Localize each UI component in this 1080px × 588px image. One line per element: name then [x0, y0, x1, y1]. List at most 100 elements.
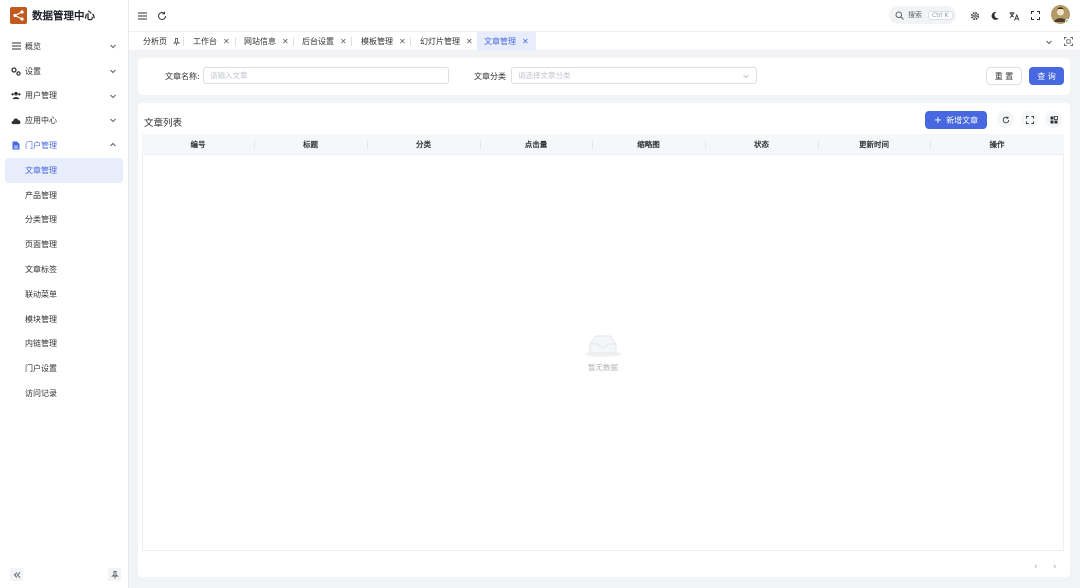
- category-filter-select[interactable]: 请选择文章分类: [511, 67, 757, 84]
- table-refresh-button[interactable]: [997, 111, 1014, 128]
- tabs-more-button[interactable]: [1043, 36, 1054, 47]
- table-header: 编号 标题 分类 点击量 缩略图 状态 更新时间 操作: [142, 134, 1064, 155]
- close-icon[interactable]: ✕: [466, 37, 473, 46]
- sidebar-subitem-article-tags[interactable]: 文章标签: [5, 257, 123, 282]
- pin-icon[interactable]: [173, 37, 180, 46]
- scan-icon: [1064, 37, 1073, 46]
- tab-label: 分析页: [143, 37, 167, 46]
- column-header-clicks[interactable]: 点击量: [480, 134, 592, 155]
- close-icon[interactable]: ✕: [522, 37, 529, 46]
- table-fullscreen-button[interactable]: [1021, 111, 1038, 128]
- column-header-id[interactable]: 编号: [142, 134, 254, 155]
- online-status-dot: [1065, 19, 1070, 24]
- sidebar-item-users[interactable]: 用户管理: [0, 84, 128, 109]
- close-icon[interactable]: ✕: [282, 37, 289, 46]
- language-button[interactable]: [1009, 10, 1020, 21]
- preferences-button[interactable]: [969, 10, 980, 21]
- grid-icon: [1050, 115, 1058, 123]
- close-icon[interactable]: ✕: [399, 37, 406, 46]
- refresh-page-button[interactable]: [156, 10, 167, 21]
- reset-button[interactable]: 重 置: [986, 67, 1022, 85]
- tab-separator: [235, 37, 236, 46]
- title-filter-label: 文章名称:: [165, 72, 200, 81]
- tab-label: 文章管理: [484, 37, 516, 46]
- search-shortcut: Ctrl K: [928, 10, 953, 20]
- sidebar-item-settings[interactable]: 设置: [0, 59, 128, 84]
- tab-articles[interactable]: 文章管理 ✕: [477, 32, 536, 51]
- plus-icon: +: [933, 114, 943, 126]
- document-icon: [11, 141, 21, 151]
- sidebar-subitem-categories[interactable]: 分类管理: [5, 208, 123, 233]
- empty-state: 暂无数据: [582, 332, 624, 373]
- chevron-down-icon: [110, 94, 116, 98]
- table-title: 文章列表: [144, 118, 183, 129]
- sidebar-subitem-products[interactable]: 产品管理: [5, 183, 123, 208]
- search-button[interactable]: 查 询: [1029, 67, 1064, 85]
- sidebar-item-label: 概览: [25, 41, 41, 51]
- add-article-button[interactable]: + 新增文章: [925, 111, 987, 129]
- column-header-thumbnail[interactable]: 缩略图: [592, 134, 705, 155]
- app-logo[interactable]: 数据管理中心: [0, 0, 128, 31]
- column-header-title[interactable]: 标题: [254, 134, 367, 155]
- chevron-up-icon: [110, 142, 116, 147]
- tabs-bar: 分析页 工作台 ✕ 网站信息 ✕ 后台设置 ✕ 模板管理 ✕ 幻灯片管理 ✕ 文…: [129, 31, 1080, 51]
- sidebar-item-overview[interactable]: 概览: [0, 34, 128, 59]
- sidebar-item-label: 应用中心: [25, 116, 57, 126]
- tab-backend-settings[interactable]: 后台设置 ✕: [295, 32, 354, 51]
- title-filter-placeholder: 请输入文章: [210, 71, 248, 80]
- chevron-down-icon: [110, 69, 116, 74]
- column-header-updated-at[interactable]: 更新时间: [818, 134, 930, 155]
- fullscreen-button[interactable]: [1030, 10, 1041, 21]
- collapse-sidebar-button[interactable]: [10, 568, 23, 581]
- sidebar-subitem-linked-menu[interactable]: 联动菜单: [5, 282, 123, 307]
- tab-label: 幻灯片管理: [420, 37, 460, 46]
- close-icon[interactable]: ✕: [223, 37, 230, 46]
- global-search[interactable]: 搜索 Ctrl K: [889, 6, 956, 24]
- sidebar: 数据管理中心 概览 设置 用户管理 应用中心 门户管理 文章管理 产品管理 分类…: [0, 0, 129, 588]
- tab-slides[interactable]: 幻灯片管理 ✕: [413, 32, 480, 51]
- sidebar-item-app-center[interactable]: 应用中心: [0, 108, 128, 133]
- pin-sidebar-button[interactable]: [108, 568, 121, 581]
- category-filter-placeholder: 请选择文章分类: [518, 71, 571, 80]
- tab-site-info[interactable]: 网站信息 ✕: [237, 32, 296, 51]
- column-header-actions[interactable]: 操作: [930, 134, 1064, 155]
- sidebar-subitem-modules[interactable]: 模块管理: [5, 307, 123, 332]
- next-page-button[interactable]: ›: [1053, 562, 1057, 572]
- sidebar-subitem-internal-links[interactable]: 内链管理: [5, 332, 123, 357]
- chevron-down-icon: [110, 119, 116, 123]
- theme-toggle-button[interactable]: [989, 10, 1000, 21]
- close-icon[interactable]: ✕: [340, 37, 347, 46]
- sidebar-subitem-articles[interactable]: 文章管理: [5, 157, 123, 183]
- tab-label: 网站信息: [244, 37, 276, 46]
- prev-page-button[interactable]: ‹: [1034, 562, 1038, 572]
- chevron-down-icon: [1045, 40, 1052, 44]
- sidebar-subitem-pages[interactable]: 页面管理: [5, 232, 123, 257]
- refresh-icon: [1002, 116, 1009, 123]
- double-chevron-left-icon: [13, 571, 20, 578]
- column-settings-button[interactable]: [1045, 111, 1062, 128]
- logo-icon: [10, 7, 27, 24]
- user-avatar[interactable]: [1051, 5, 1070, 24]
- sidebar-item-label: 用户管理: [25, 91, 57, 101]
- pin-icon: [110, 570, 119, 578]
- column-header-status[interactable]: 状态: [705, 134, 818, 155]
- moon-icon: [991, 11, 999, 20]
- category-filter-label: 文章分类: [474, 72, 506, 81]
- empty-box-icon: [585, 335, 621, 357]
- tab-workbench[interactable]: 工作台 ✕: [186, 32, 237, 51]
- search-icon: [895, 11, 904, 20]
- column-header-category[interactable]: 分类: [367, 134, 480, 155]
- tab-label: 后台设置: [302, 37, 334, 46]
- sidebar-menu: 概览 设置 用户管理 应用中心 门户管理 文章管理 产品管理 分类管理 页面管理…: [0, 34, 128, 406]
- tab-templates[interactable]: 模板管理 ✕: [354, 32, 413, 51]
- gear-icon: [970, 11, 979, 20]
- sidebar-item-portal[interactable]: 门户管理: [0, 133, 128, 158]
- sidebar-subitem-portal-settings[interactable]: 门户设置: [5, 356, 123, 381]
- sidebar-footer: [0, 568, 128, 582]
- refresh-icon: [157, 11, 166, 20]
- tabs-maximize-button[interactable]: [1063, 36, 1074, 47]
- sidebar-subitem-access-log[interactable]: 访问记录: [5, 381, 123, 406]
- title-filter-input[interactable]: 请输入文章: [203, 67, 449, 84]
- menu-toggle-button[interactable]: [137, 10, 148, 21]
- tab-analysis[interactable]: 分析页: [136, 32, 187, 51]
